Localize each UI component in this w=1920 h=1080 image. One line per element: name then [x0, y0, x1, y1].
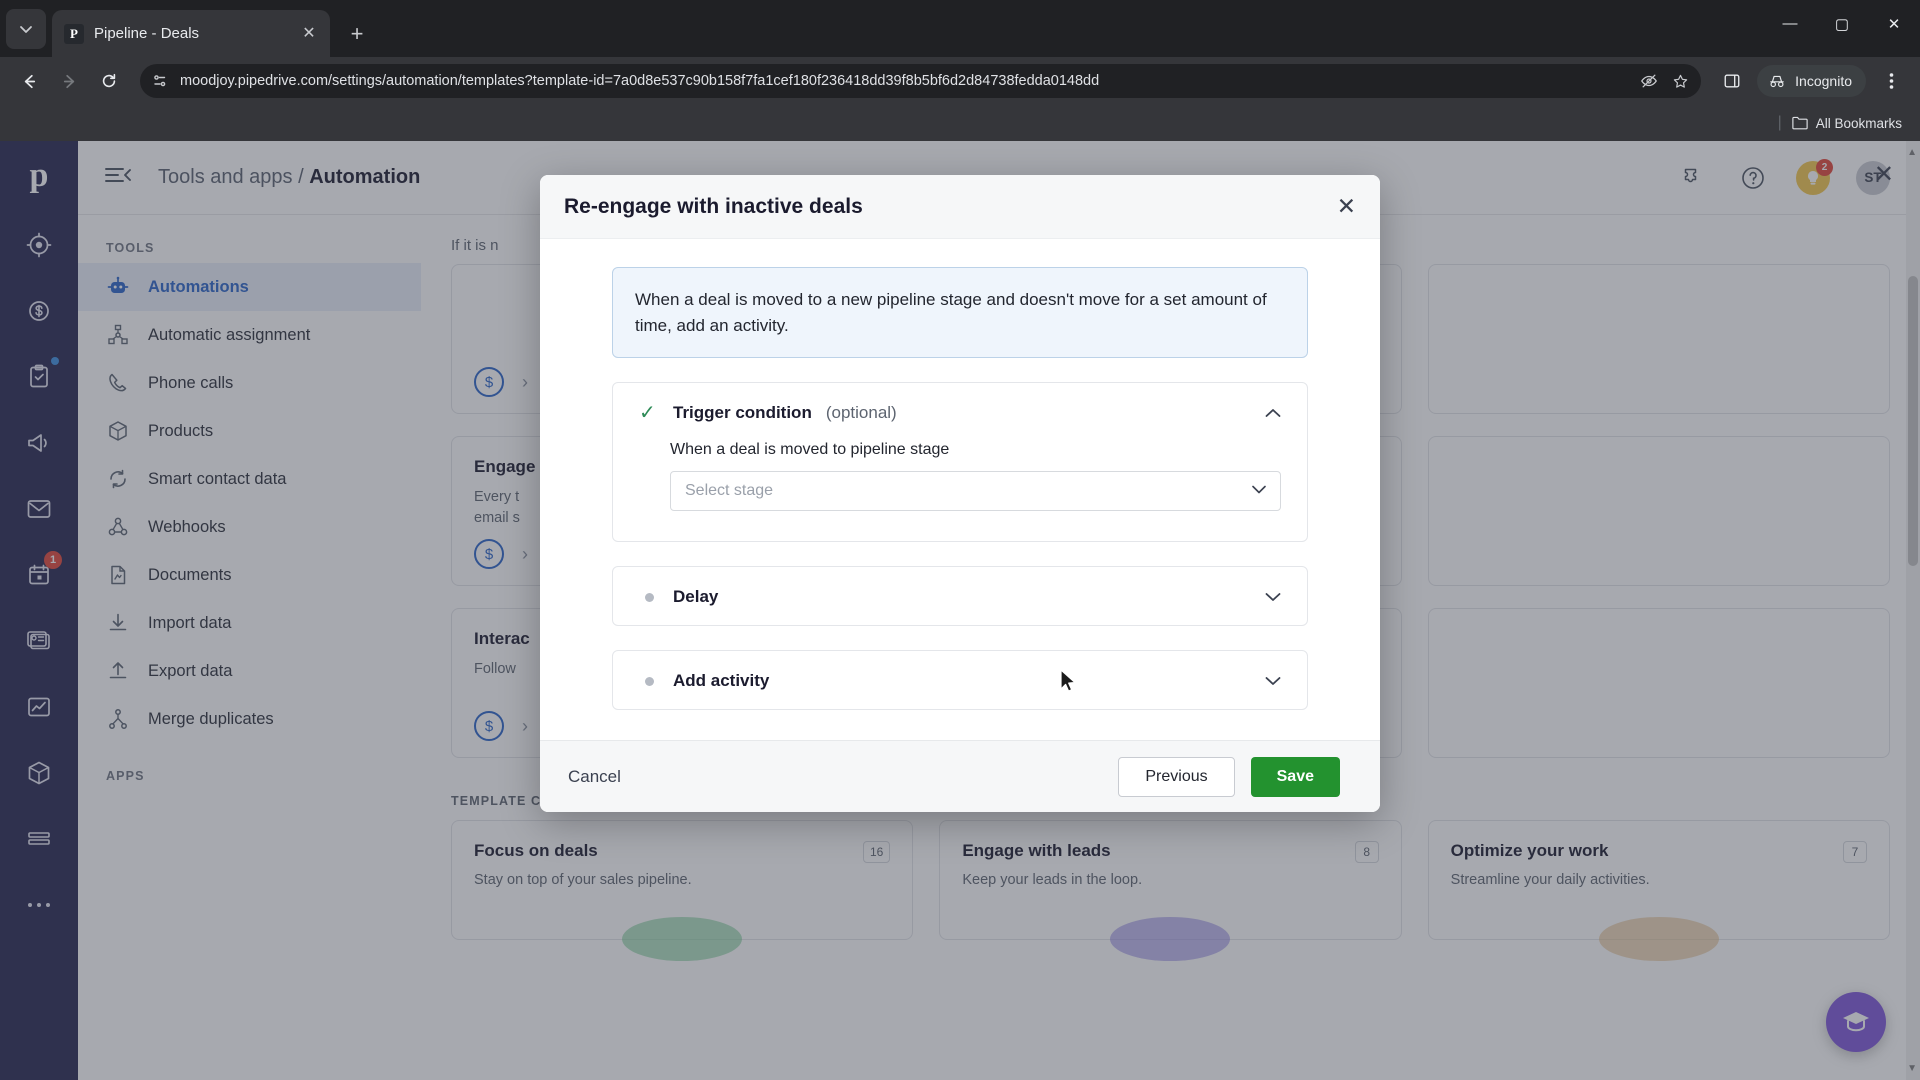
pending-dot-icon [645, 676, 654, 686]
window-controls: — ▢ ✕ [1764, 0, 1920, 47]
chevron-down-icon[interactable] [1265, 674, 1281, 689]
browser-toolbar: moodjoy.pipedrive.com/settings/automatio… [0, 57, 1920, 105]
step-optional-label: (optional) [825, 403, 897, 422]
check-icon: ✓ [639, 402, 656, 424]
new-tab-button[interactable]: + [340, 17, 374, 51]
tab-title: Pipeline - Deals [94, 25, 200, 42]
step-add-activity: Add activity [612, 650, 1308, 710]
cancel-button[interactable]: Cancel [568, 767, 621, 787]
pipeline-stage-label: When a deal is moved to pipeline stage [670, 441, 950, 458]
step-trigger-condition: ✓ Trigger condition (optional) When a de… [612, 382, 1308, 542]
url-text: moodjoy.pipedrive.com/settings/automatio… [180, 73, 1100, 89]
step-title: Add activity [673, 671, 770, 690]
browser-window: P Pipeline - Deals ✕ + — ▢ ✕ moodjoy.pip… [0, 0, 1920, 1080]
modal-footer: Cancel Previous Save [540, 740, 1380, 812]
forward-button[interactable] [52, 64, 86, 98]
chrome-menu-icon[interactable] [1874, 64, 1908, 98]
step-header[interactable]: Add activity [613, 651, 1307, 709]
pending-dot-icon [645, 592, 654, 602]
maximize-button[interactable]: ▢ [1816, 0, 1868, 47]
incognito-label: Incognito [1795, 73, 1852, 89]
chevron-up-icon[interactable] [1265, 406, 1281, 421]
close-tab-icon[interactable]: ✕ [300, 25, 318, 42]
step-body: When a deal is moved to pipeline stage S… [613, 441, 1307, 541]
chevron-down-icon[interactable] [1265, 590, 1281, 605]
close-modal-icon[interactable]: ✕ [1337, 195, 1356, 218]
browser-tab[interactable]: P Pipeline - Deals ✕ [52, 10, 330, 57]
previous-button[interactable]: Previous [1118, 756, 1235, 797]
chevron-down-icon [1252, 485, 1266, 497]
reload-button[interactable] [92, 64, 126, 98]
save-button[interactable]: Save [1250, 756, 1340, 797]
minimize-button[interactable]: — [1764, 0, 1816, 47]
tab-search-button[interactable] [6, 9, 46, 49]
automation-summary: When a deal is moved to a new pipeline s… [612, 267, 1308, 358]
all-bookmarks-button[interactable]: All Bookmarks [1792, 116, 1902, 131]
pipedrive-favicon-icon: P [64, 23, 84, 44]
step-delay: Delay [612, 566, 1308, 626]
hide-password-icon[interactable] [1640, 72, 1658, 90]
site-settings-icon[interactable] [152, 73, 168, 89]
modal-header: Re-engage with inactive deals ✕ [540, 175, 1380, 239]
select-stage-dropdown[interactable]: Select stage [670, 471, 1281, 511]
step-header[interactable]: Delay [613, 567, 1307, 625]
address-bar[interactable]: moodjoy.pipedrive.com/settings/automatio… [140, 64, 1702, 98]
modal-title: Re-engage with inactive deals [564, 194, 863, 218]
side-panel-icon[interactable] [1715, 64, 1749, 98]
bookmarks-bar: | All Bookmarks [0, 105, 1920, 141]
template-modal: Re-engage with inactive deals ✕ When a d… [540, 175, 1380, 812]
back-button[interactable] [12, 64, 46, 98]
tab-strip: P Pipeline - Deals ✕ + — ▢ ✕ [0, 0, 1920, 57]
modal-body: When a deal is moved to a new pipeline s… [540, 239, 1380, 740]
step-header[interactable]: ✓ Trigger condition (optional) [613, 383, 1307, 441]
close-window-button[interactable]: ✕ [1868, 0, 1920, 47]
incognito-indicator[interactable]: Incognito [1757, 65, 1866, 97]
select-stage-placeholder: Select stage [685, 482, 774, 499]
all-bookmarks-label: All Bookmarks [1815, 115, 1902, 131]
bookmarks-divider: | [1777, 114, 1782, 131]
step-title: Delay [673, 587, 719, 606]
bookmark-star-icon[interactable] [1672, 73, 1689, 90]
step-title: Trigger condition [673, 403, 812, 422]
